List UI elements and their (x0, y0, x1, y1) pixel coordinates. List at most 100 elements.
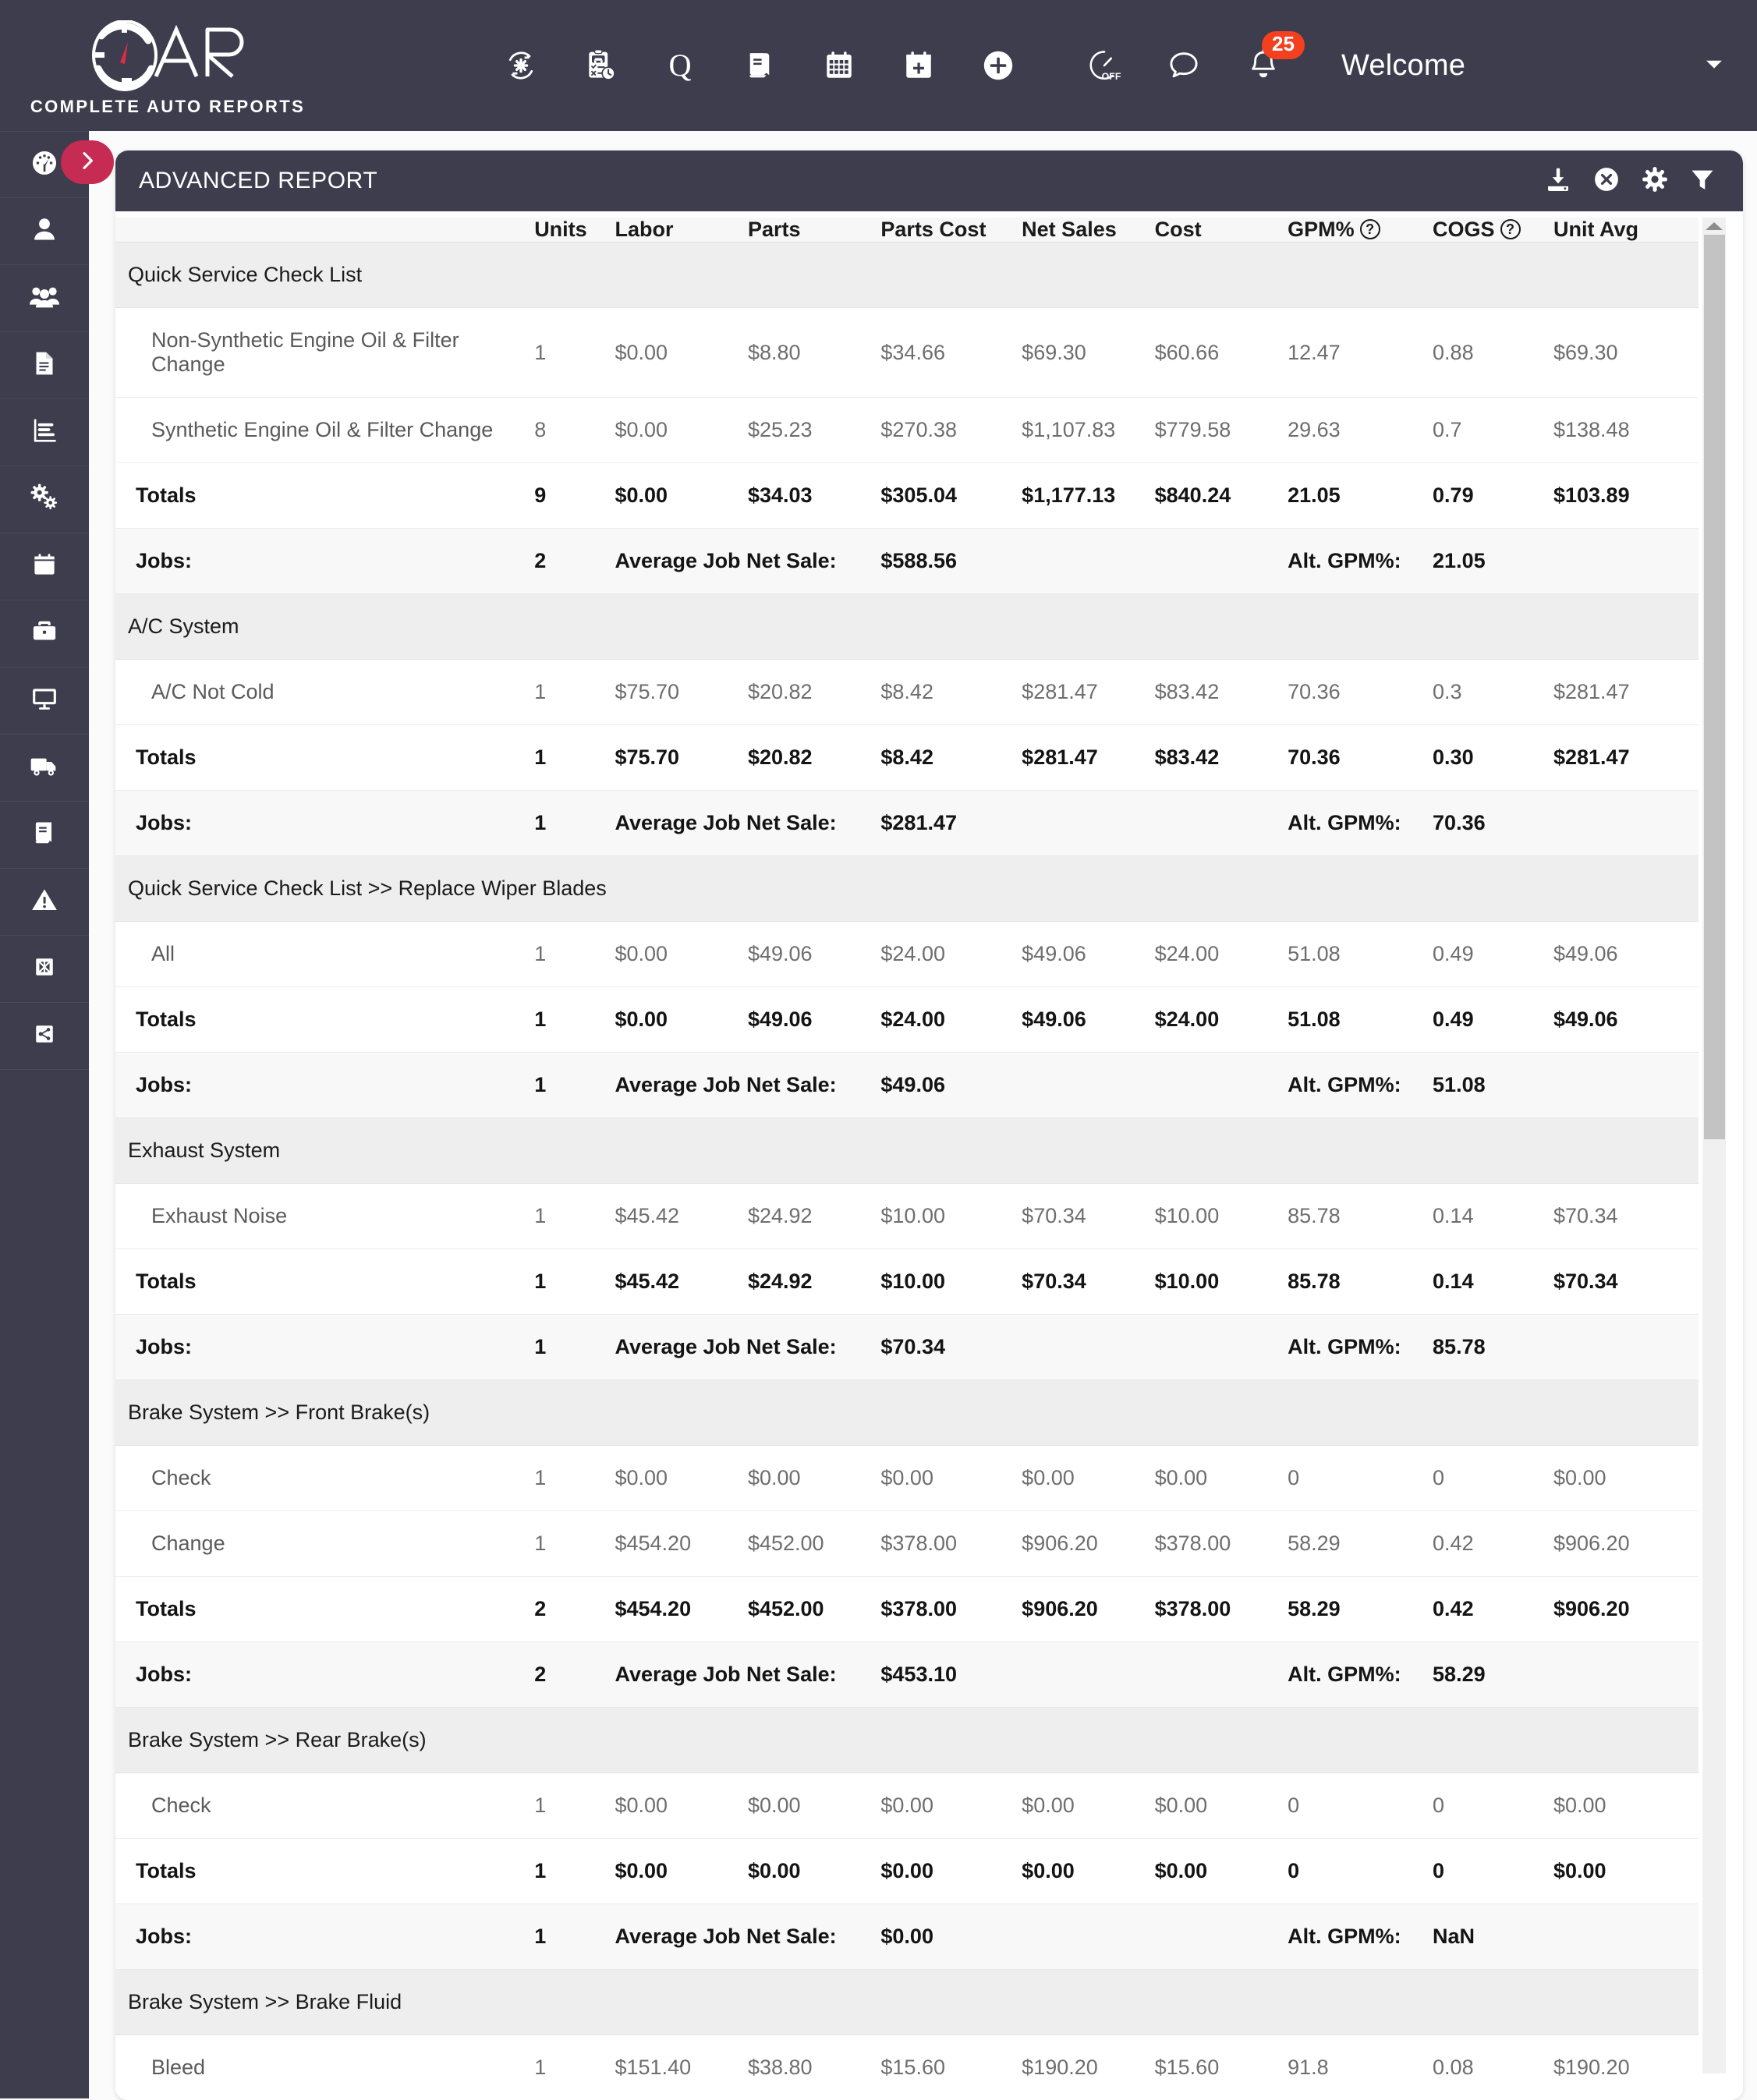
cell-parts-cost: $8.42 (880, 660, 1022, 725)
group-header-row[interactable]: Brake System >> Rear Brake(s) (115, 1708, 1699, 1773)
group-header-row[interactable]: Brake System >> Brake Fluid (115, 1970, 1699, 2035)
table-row[interactable]: Bleed1$151.40$38.80$15.60$190.20$15.6091… (115, 2035, 1699, 2100)
chevron-down-icon[interactable] (1701, 51, 1727, 81)
sidebar-item-monitor[interactable] (0, 668, 89, 735)
jobs-blank-2 (1155, 791, 1288, 856)
group-header-row[interactable]: Exhaust System (115, 1118, 1699, 1184)
totals-gpm: 51.08 (1288, 987, 1433, 1053)
totals-row: Totals2$454.20$452.00$378.00$906.20$378.… (115, 1577, 1699, 1642)
totals-units: 1 (534, 725, 615, 791)
chat-bubble-icon[interactable] (1162, 44, 1206, 87)
cell-cost: $15.60 (1155, 2035, 1288, 2100)
table-row[interactable]: A/C Not Cold1$75.70$20.82$8.42$281.47$83… (115, 660, 1699, 725)
sidebar-item-fleet[interactable] (0, 735, 89, 802)
row-name: Check (115, 1446, 534, 1511)
cell-labor: $0.00 (615, 1446, 747, 1511)
notifications-bell[interactable]: 25 (1242, 44, 1285, 87)
cell-parts-cost: $270.38 (880, 398, 1022, 463)
chevron-right-icon (75, 148, 100, 177)
cell-cost: $60.66 (1155, 308, 1288, 398)
cell-labor: $0.00 (615, 398, 747, 463)
sidebar-item-user[interactable] (0, 198, 89, 265)
group-header-row[interactable]: Quick Service Check List >> Replace Wipe… (115, 856, 1699, 922)
totals-parts: $34.03 (748, 463, 880, 529)
sidebar-item-customers[interactable] (0, 265, 89, 332)
table-row[interactable]: Change1$454.20$452.00$378.00$906.20$378.… (115, 1511, 1699, 1577)
car-gauge-logo-icon (84, 20, 252, 92)
sidebar-item-alerts[interactable] (0, 869, 89, 936)
sidebar-item-calendar[interactable] (0, 533, 89, 600)
totals-parts-cost: $8.42 (880, 725, 1022, 791)
cell-cogs: 0.49 (1433, 922, 1553, 987)
table-row[interactable]: Non-Synthetic Engine Oil & Filter Change… (115, 308, 1699, 398)
table-row[interactable]: Check1$0.00$0.00$0.00$0.00$0.0000$0.00 (115, 1446, 1699, 1511)
scrollbar-thumb[interactable] (1704, 235, 1725, 1139)
report-table-scroll-area[interactable]: Units Labor Parts Parts Cost Net Sales C… (115, 211, 1743, 2100)
totals-net-sales: $0.00 (1022, 1839, 1154, 1904)
alt-gpm-label: Alt. GPM%: (1288, 529, 1433, 594)
group-header-row[interactable]: A/C System (115, 594, 1699, 660)
scroll-up-arrow-icon[interactable] (1706, 222, 1723, 230)
document-icon (30, 349, 58, 381)
totals-units: 1 (534, 987, 615, 1053)
group-header-label: Quick Service Check List >> Replace Wipe… (115, 856, 1699, 922)
welcome-label[interactable]: Welcome (1341, 49, 1465, 83)
cell-cost: $378.00 (1155, 1511, 1288, 1577)
quote-q-icon[interactable]: Q (658, 44, 702, 87)
cogs-help-icon[interactable]: ? (1500, 219, 1521, 239)
jobs-count: 1 (534, 1904, 615, 1970)
advanced-report-table: Units Labor Parts Parts Cost Net Sales C… (115, 218, 1699, 2100)
avg-job-net-sale-label: Average Job Net Sale: (615, 1642, 880, 1708)
table-row[interactable]: Check1$0.00$0.00$0.00$0.00$0.0000$0.00 (115, 1773, 1699, 1839)
truck-icon (29, 750, 60, 785)
sidebar-item-reports[interactable] (0, 399, 89, 466)
group-header-row[interactable]: Brake System >> Front Brake(s) (115, 1380, 1699, 1446)
alt-gpm-value: 58.29 (1433, 1642, 1553, 1708)
table-row[interactable]: All1$0.00$49.06$24.00$49.06$24.0051.080.… (115, 922, 1699, 987)
table-row[interactable]: Synthetic Engine Oil & Filter Change8$0.… (115, 398, 1699, 463)
book-icon (30, 819, 58, 851)
vertical-scrollbar[interactable] (1702, 218, 1726, 2073)
settings-refresh-icon[interactable] (499, 44, 543, 87)
cell-units: 1 (534, 1446, 615, 1511)
totals-labor: $0.00 (615, 987, 747, 1053)
col-header-name (115, 218, 534, 243)
cell-net-sales: $49.06 (1022, 922, 1154, 987)
table-row[interactable]: Exhaust Noise1$45.42$24.92$10.00$70.34$1… (115, 1184, 1699, 1249)
gpm-help-icon[interactable]: ? (1360, 219, 1380, 239)
cell-cogs: 0.7 (1433, 398, 1553, 463)
totals-cogs: 0.30 (1433, 725, 1553, 791)
monitor-icon (30, 684, 59, 717)
gear-icon[interactable] (1640, 165, 1670, 198)
filter-funnel-icon[interactable] (1688, 165, 1716, 197)
gauge-off-icon[interactable]: OFF (1082, 44, 1126, 87)
calendar-add-icon[interactable] (897, 44, 940, 87)
add-circle-icon[interactable] (976, 44, 1020, 87)
cell-labor: $454.20 (615, 1511, 747, 1577)
group-header-row[interactable]: Quick Service Check List (115, 243, 1699, 308)
sidebar-item-canceled[interactable] (0, 936, 89, 1003)
totals-parts: $24.92 (748, 1249, 880, 1315)
svg-text:Q: Q (668, 48, 691, 83)
sidebar-item-jobs[interactable] (0, 600, 89, 668)
totals-row: Totals1$45.42$24.92$10.00$70.34$10.0085.… (115, 1249, 1699, 1315)
brand-logo-block[interactable]: COMPLETE AUTO REPORTS (0, 14, 335, 117)
row-name: Change (115, 1511, 534, 1577)
sidebar-expand-toggle[interactable] (61, 140, 114, 184)
download-icon[interactable] (1543, 165, 1573, 198)
totals-labor: $75.70 (615, 725, 747, 791)
sidebar-item-settings[interactable] (0, 466, 89, 533)
bar-chart-icon (30, 416, 59, 449)
col-header-cogs-label: COGS (1433, 218, 1495, 241)
totals-net-sales: $906.20 (1022, 1577, 1154, 1642)
jobs-blank-1 (1022, 529, 1154, 594)
sidebar-item-library[interactable] (0, 802, 89, 869)
sidebar-item-documents[interactable] (0, 332, 89, 399)
sidebar-item-share[interactable] (0, 1003, 89, 1070)
calendar-grid-icon[interactable] (817, 44, 861, 87)
totals-gpm: 85.78 (1288, 1249, 1433, 1315)
book-icon[interactable] (738, 44, 781, 87)
close-circle-icon[interactable] (1592, 165, 1621, 198)
vehicle-checklist-icon[interactable] (579, 44, 622, 87)
cell-gpm: 29.63 (1288, 398, 1433, 463)
